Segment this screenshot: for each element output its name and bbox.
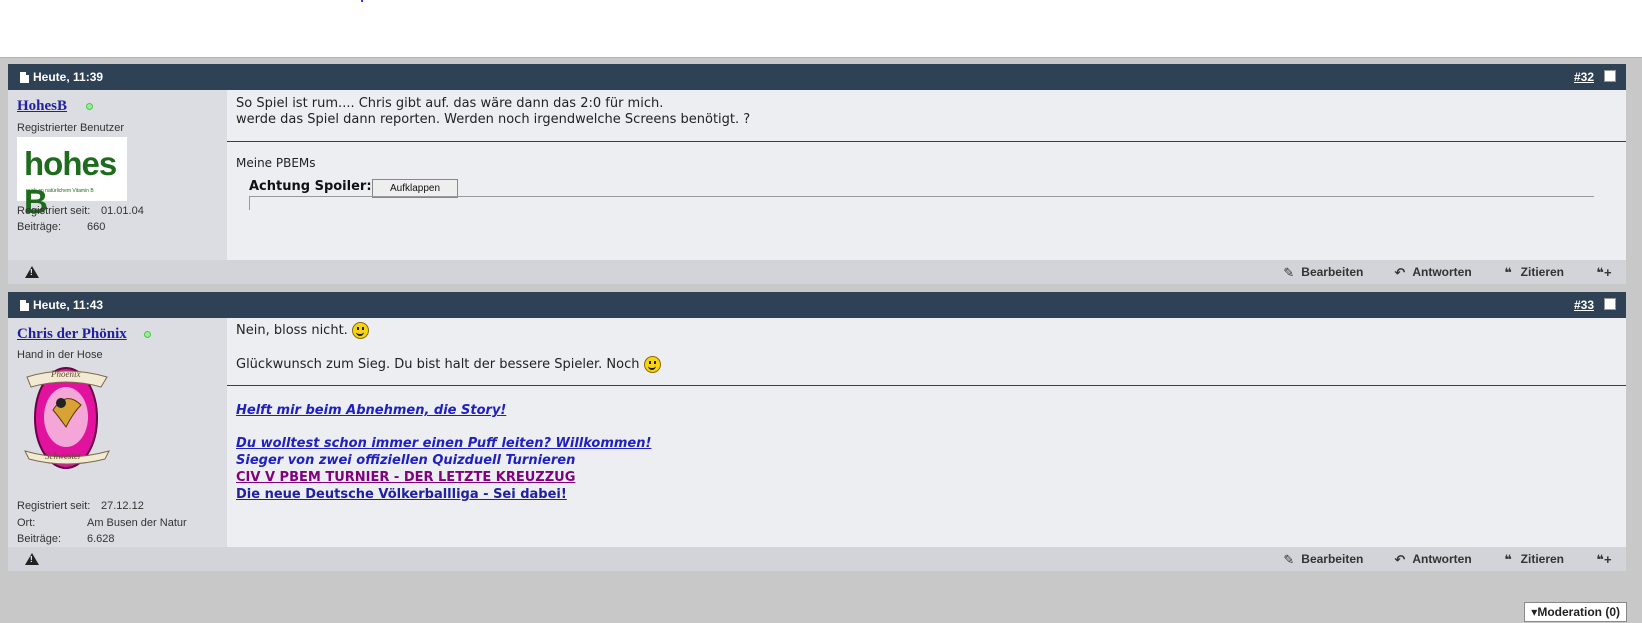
user-title: Registrierter Benutzer (17, 122, 124, 134)
post-footer: ✎Bearbeiten ↶Antworten ❝Zitieren ❝+ (8, 547, 1626, 571)
user-info: HohesB Registrierter Benutzer hohes B re… (8, 90, 227, 260)
username-link[interactable]: Chris der Phönix (17, 326, 127, 343)
username-link[interactable]: HohesB (17, 98, 67, 115)
moderation-button[interactable]: ▾Moderation (0) (1524, 602, 1627, 622)
message-line: Glückwunsch zum Sieg. Du bist halt der b… (236, 357, 640, 372)
avatar[interactable]: Phoenix Schwester (21, 365, 117, 471)
document-icon (20, 71, 29, 83)
post-date: Heute, 11:43 (33, 298, 104, 312)
multi-quote-icon: ❝+ (1596, 264, 1612, 280)
signature-title: Meine PBEMs (236, 156, 316, 170)
page-top (0, 0, 1642, 56)
signature-link[interactable]: Du wolltest schon immer einen Puff leite… (236, 435, 651, 452)
signature-divider (227, 385, 1626, 386)
select-post-checkbox[interactable] (1604, 70, 1616, 82)
post-number-link[interactable]: #33 (1574, 298, 1594, 312)
post-number-link[interactable]: #32 (1574, 70, 1594, 84)
signature-divider (227, 141, 1626, 142)
reply-arrow-icon: ↶ (1394, 264, 1406, 280)
stray-dot (361, 0, 363, 2)
quote-button[interactable]: ❝ Zitieren (1502, 552, 1564, 566)
edit-button[interactable]: ✎ Bearbeiten (1282, 265, 1363, 279)
reply-button[interactable]: ↶ Antworten (1393, 265, 1471, 279)
post-date: Heute, 11:39 (33, 70, 104, 84)
stat-location: Ort: Am Busen der Natur (17, 517, 187, 529)
post-32: Heute, 11:39 #32 HohesB Registrierter Be… (8, 64, 1626, 284)
user-info: Chris der Phönix Hand in der Hose Phoeni… (8, 318, 227, 547)
post-33: Heute, 11:43 #33 Chris der Phönix Hand i… (8, 292, 1626, 571)
post-footer: ✎Bearbeiten ↶Antworten ❝Zitieren ❝+ (8, 260, 1626, 284)
avatar-logo-subtext: reich an natürlichem Vitamin B (26, 188, 94, 194)
pencil-icon: ✎ (1283, 551, 1295, 567)
stat-registered: Registriert seit: 01.01.04 (17, 205, 144, 217)
post-body: Chris der Phönix Hand in der Hose Phoeni… (8, 318, 1626, 547)
stat-posts: Beiträge: 660 (17, 221, 106, 233)
online-status-icon (144, 331, 151, 338)
post-actions: ✎ Bearbeiten ↶ Antworten ❝ Zitieren ❝+ (1282, 552, 1614, 566)
pencil-icon: ✎ (1283, 264, 1295, 280)
smiley-icon (351, 322, 369, 339)
report-warning-icon[interactable] (25, 266, 39, 278)
spoiler-divider (249, 196, 1594, 197)
stat-registered: Registriert seit: 27.12.12 (17, 500, 144, 512)
user-title: Hand in der Hose (17, 349, 103, 361)
multi-quote-button[interactable]: ❝+ (1594, 265, 1614, 279)
post-header: Heute, 11:39 #32 (8, 64, 1626, 90)
avatar-bottom-text: Schwester (45, 451, 82, 461)
post-header: Heute, 11:43 #33 (8, 292, 1626, 318)
signature-link[interactable]: CIV V PBEM TURNIER - DER LETZTE KREUZZUG (236, 469, 651, 486)
signature-link[interactable]: Die neue Deutsche Völkerballliga - Sei d… (236, 486, 651, 503)
message-line: Nein, bloss nicht. (236, 323, 348, 338)
message-line: werde das Spiel dann reporten. Werden no… (236, 112, 751, 127)
edit-button[interactable]: ✎ Bearbeiten (1282, 552, 1363, 566)
signature-link[interactable]: Sieger von zwei offiziellen Quizduell Tu… (236, 452, 651, 469)
quote-bubble-icon: ❝ (1504, 551, 1512, 567)
quote-button[interactable]: ❝ Zitieren (1502, 265, 1564, 279)
signature: Helft mir beim Abnehmen, die Story! Du w… (236, 402, 651, 503)
report-warning-icon[interactable] (25, 553, 39, 565)
quote-bubble-icon: ❝ (1504, 264, 1512, 280)
post-body: HohesB Registrierter Benutzer hohes B re… (8, 90, 1626, 260)
multi-quote-icon: ❝+ (1596, 551, 1612, 567)
avatar-top-text: Phoenix (51, 369, 81, 379)
online-status-icon (86, 103, 93, 110)
reply-arrow-icon: ↶ (1394, 551, 1406, 567)
avatar[interactable]: hohes B reich an natürlichem Vitamin B (17, 137, 127, 220)
post-actions: ✎ Bearbeiten ↶ Antworten ❝ Zitieren ❝+ (1282, 265, 1614, 279)
smiley-icon (643, 356, 661, 373)
select-post-checkbox[interactable] (1604, 298, 1616, 310)
multi-quote-button[interactable]: ❝+ (1594, 552, 1614, 566)
stat-posts: Beiträge: 6.628 (17, 533, 115, 545)
document-icon (20, 299, 29, 311)
message-line: So Spiel ist rum.... Chris gibt auf. das… (236, 96, 664, 111)
spoiler-box-edge (249, 196, 250, 210)
reply-button[interactable]: ↶ Antworten (1393, 552, 1471, 566)
signature-link[interactable]: Helft mir beim Abnehmen, die Story! (236, 402, 651, 419)
spoiler-label: Achtung Spoiler: (249, 179, 372, 194)
